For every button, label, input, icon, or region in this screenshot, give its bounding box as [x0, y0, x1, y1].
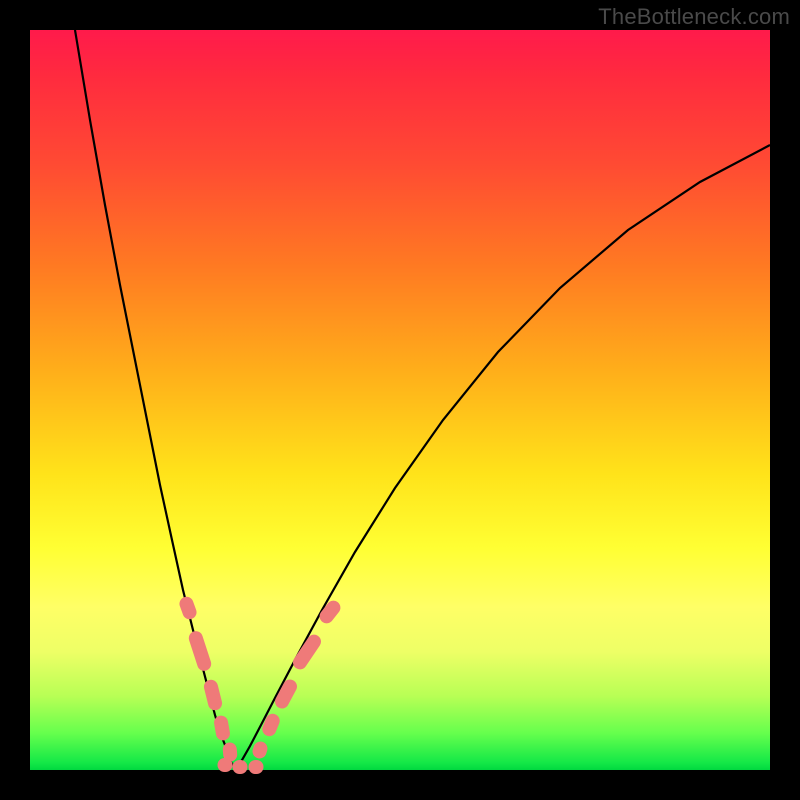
marker-pill — [251, 740, 268, 759]
marker-pill — [261, 712, 281, 737]
chart-frame: TheBottleneck.com — [0, 0, 800, 800]
marker-pill — [233, 761, 247, 774]
curve-right-branch — [237, 145, 770, 768]
marker-pill — [214, 715, 231, 741]
marker-pill — [218, 759, 232, 772]
watermark-text: TheBottleneck.com — [598, 4, 790, 30]
marker-pill — [188, 630, 213, 672]
marker-pill — [249, 761, 263, 774]
marker-pill — [317, 599, 342, 626]
marker-pill — [178, 595, 198, 620]
highlight-markers — [178, 595, 342, 773]
marker-pill — [203, 679, 223, 711]
curve-left-branch — [75, 30, 237, 768]
chart-svg — [30, 30, 770, 770]
curve-group — [75, 30, 770, 768]
